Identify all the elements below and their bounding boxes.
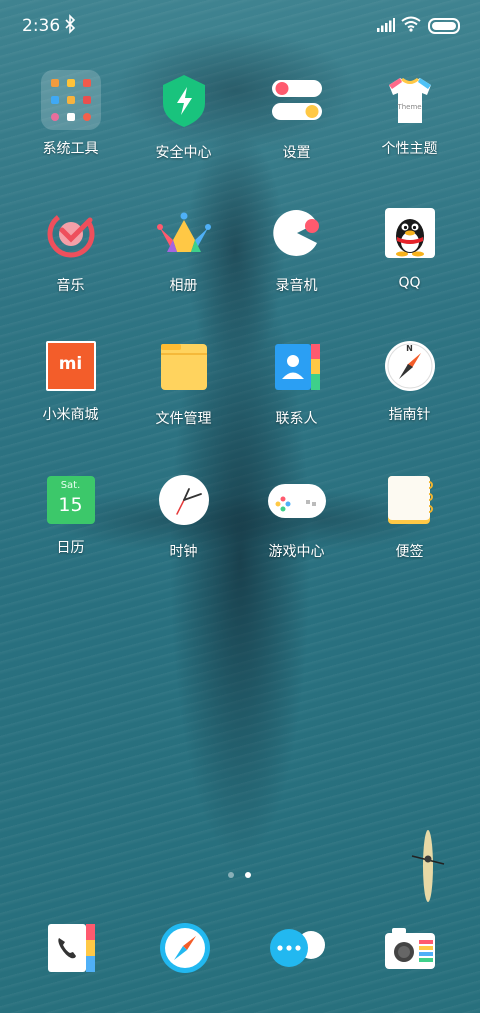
security-shield-icon [162,75,205,127]
home-screen: 2:36 系统工具 安全中心 设置 Theme 个性主题 音乐 相册 录音机 Q… [0,0,480,1013]
file-manager-icon [160,344,207,390]
phone-icon[interactable] [45,921,99,975]
theme-icon-text: Theme [397,103,422,111]
app-security-center[interactable]: 安全中心 [127,73,240,162]
bluetooth-icon [65,14,76,34]
app-music[interactable]: 音乐 [14,206,127,295]
app-label: 联系人 [275,411,318,427]
mi-icon-text: mi [58,354,83,374]
app-settings[interactable]: 设置 [240,73,353,162]
battery-icon [428,18,460,34]
app-themes[interactable]: Theme 个性主题 [353,73,466,158]
page-dot[interactable] [228,872,234,878]
app-label: 系统工具 [42,141,99,157]
settings-toggle-icon [271,80,322,120]
compass-icon: N [383,339,437,393]
compass-north-label: N [406,344,413,353]
app-contacts[interactable]: 联系人 [240,339,353,428]
app-label: 文件管理 [155,411,212,427]
mi-store-icon: mi [44,339,98,393]
app-recorder[interactable]: 录音机 [240,206,353,295]
app-label: 相册 [169,278,198,294]
gallery-crown-icon [156,212,211,252]
wifi-icon [401,16,421,32]
app-label: 安全中心 [155,145,212,161]
folder-icon [40,70,101,130]
app-label: 录音机 [275,278,318,294]
app-label: 便签 [395,544,424,560]
clock-icon [158,475,209,525]
kayak-image [411,830,445,902]
status-time: 2:36 [22,16,61,36]
signal-icon [377,18,395,32]
app-label: 设置 [282,145,311,161]
app-file-manager[interactable]: 文件管理 [127,339,240,428]
app-clock[interactable]: 时钟 [127,472,240,561]
page-dot-active[interactable] [245,872,251,878]
app-game-center[interactable]: 游戏中心 [240,472,353,561]
calendar-date-label: 15 [58,494,83,516]
app-notes[interactable]: 便签 [353,472,466,561]
app-label: 小米商城 [42,407,99,423]
app-label: 日历 [56,540,85,556]
messages-icon[interactable] [269,921,327,975]
app-qq[interactable]: QQ [353,206,466,291]
app-compass[interactable]: N 指南针 [353,339,466,424]
app-mi-store[interactable]: mi 小米商城 [14,339,127,424]
recorder-icon [272,210,319,256]
app-gallery[interactable]: 相册 [127,206,240,295]
app-label: 音乐 [56,278,85,294]
qq-penguin-icon [384,208,435,258]
browser-compass-icon[interactable] [158,921,212,975]
app-label: QQ [398,275,421,291]
music-icon [47,210,94,258]
camera-icon[interactable] [384,921,438,975]
app-label: 个性主题 [381,141,438,157]
calendar-icon: Sat. 15 [44,472,98,526]
theme-shirt-icon: Theme [383,73,437,127]
status-bar: 2:36 [0,0,480,52]
app-label: 时钟 [169,544,198,560]
calendar-day-label: Sat. [60,480,81,491]
app-label: 游戏中心 [268,544,325,560]
contacts-icon [274,344,320,390]
app-label: 指南针 [388,407,431,423]
game-controller-icon [267,484,326,518]
app-system-tools[interactable]: 系统工具 [14,70,127,158]
app-calendar[interactable]: Sat. 15 日历 [14,472,127,557]
notes-icon [387,476,433,524]
